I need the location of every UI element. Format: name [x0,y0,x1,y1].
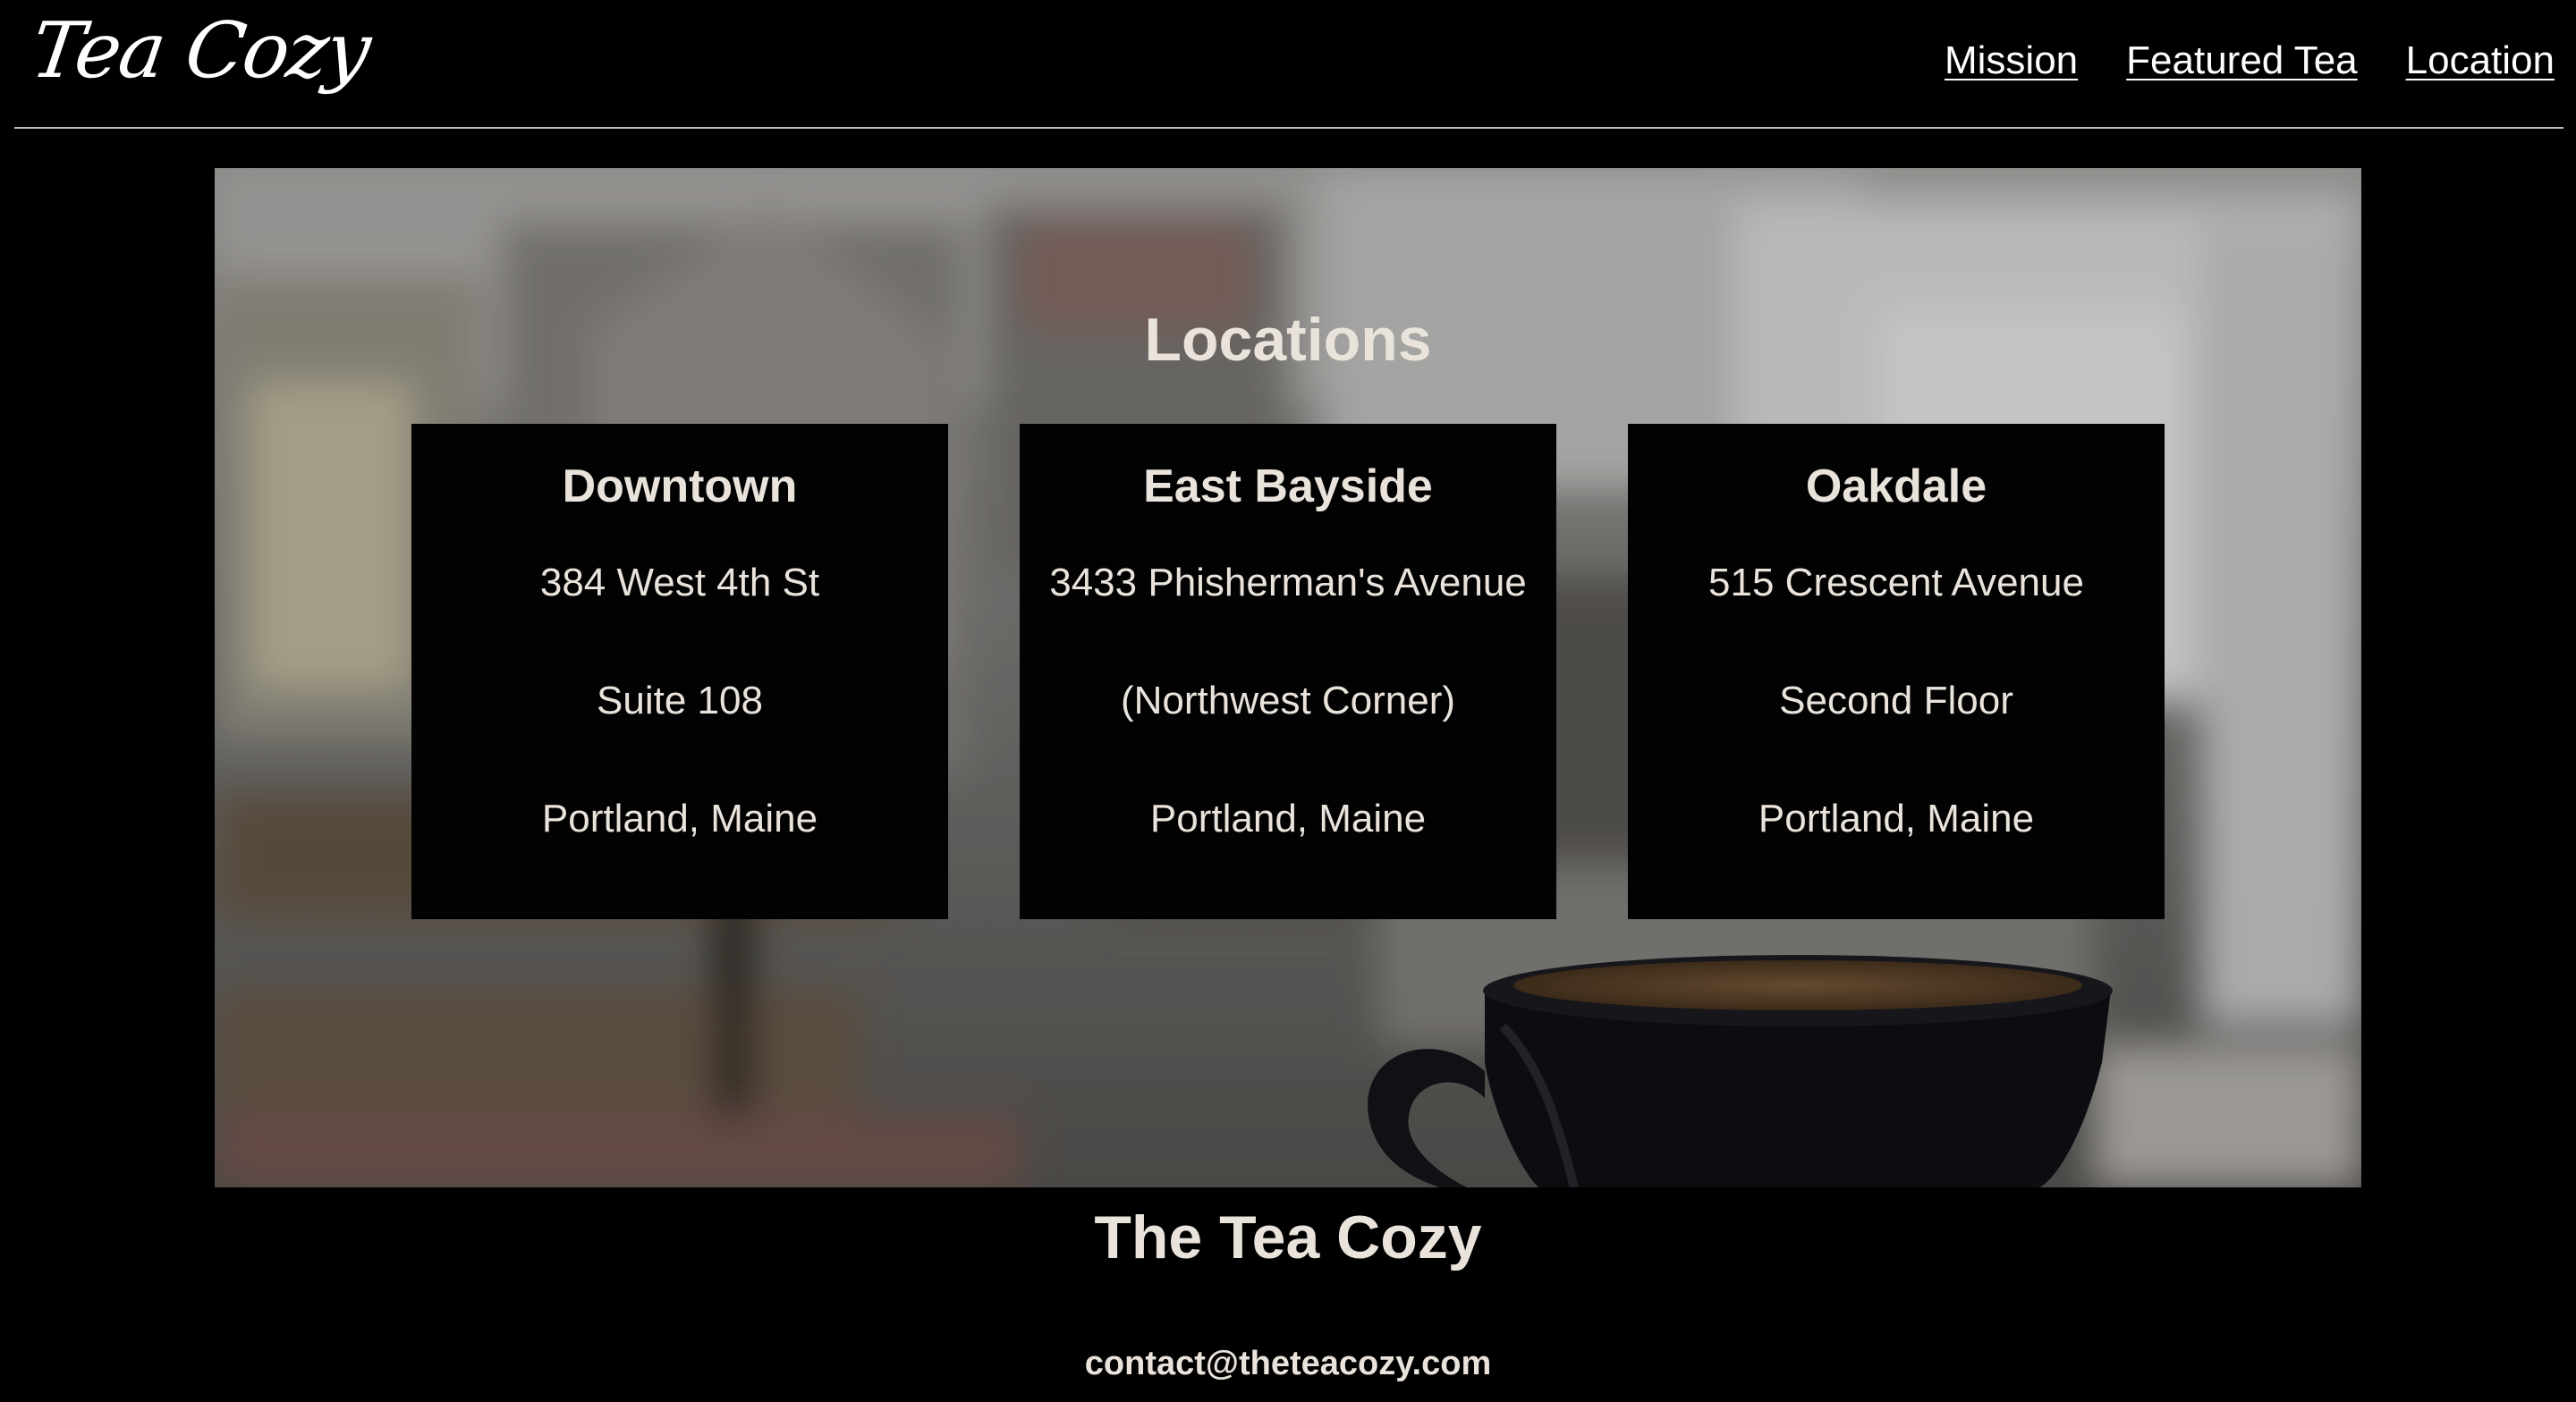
address-line-2: Second Floor [1779,679,2013,722]
location-card-downtown: Downtown 384 West 4th St Suite 108 Portl… [411,424,948,919]
page: Tea Cozy Mission Featured Tea Location L… [0,0,2576,1402]
nav-link-mission[interactable]: Mission [1945,41,2078,80]
main-nav: Mission Featured Tea Location [1945,41,2555,80]
header-divider [14,127,2563,129]
footer-email[interactable]: contact@theteacozy.com [0,1347,2576,1381]
address-line-3: Portland, Maine [541,797,818,840]
address-line-1: 3433 Phisherman's Avenue [1049,561,1527,604]
nav-link-featured-tea[interactable]: Featured Tea [2126,41,2357,80]
location-card-east-bayside: East Bayside 3433 Phisherman's Avenue (N… [1020,424,1556,919]
location-name: Downtown [562,460,798,512]
location-card-oakdale: Oakdale 515 Crescent Avenue Second Floor… [1628,424,2165,919]
address-line-2: (Northwest Corner) [1120,679,1456,722]
location-cards: Downtown 384 West 4th St Suite 108 Portl… [411,424,2165,919]
locations-heading: Locations [1144,306,1432,374]
logo[interactable]: Tea Cozy [26,6,375,96]
address-line-1: 384 West 4th St [539,561,820,604]
address-line-1: 515 Crescent Avenue [1708,561,2084,604]
location-name: East Bayside [1143,460,1433,512]
locations-section: Locations Downtown 384 West 4th St Suite… [215,168,2361,1187]
site-header: Tea Cozy Mission Featured Tea Location [0,0,2576,129]
footer-title: The Tea Cozy [1094,1204,1482,1271]
address-line-3: Portland, Maine [1149,797,1427,840]
address-line-3: Portland, Maine [1758,797,2035,840]
location-name: Oakdale [1805,460,1987,512]
nav-link-location[interactable]: Location [2406,41,2555,80]
address-line-2: Suite 108 [597,679,763,722]
